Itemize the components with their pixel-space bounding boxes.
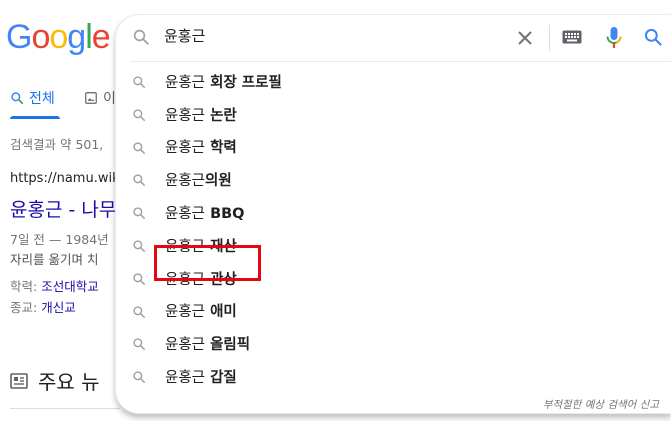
search-icon — [132, 304, 146, 323]
suggestion-label: 윤홍근 관상 — [165, 268, 237, 289]
result-url[interactable]: https://namu.wiki — [10, 171, 123, 186]
suggestion-label: 윤홍근 재산 — [165, 235, 237, 256]
meta-label: 종교: — [10, 300, 38, 315]
suggestion-completion-part: 논란 — [205, 107, 237, 124]
suggestion-completion-part: 관상 — [205, 271, 237, 288]
meta-value-link[interactable]: 개신교 — [41, 300, 76, 315]
tab-all-label: 전체 — [29, 91, 55, 107]
suggestion-query-part: 윤홍근 — [165, 206, 206, 223]
suggestion-item[interactable]: 윤홍근 갑질 — [116, 360, 671, 393]
suggestion-label: 윤홍근 학력 — [165, 136, 237, 157]
search-icon — [132, 172, 146, 191]
suggestion-completion-part: 의원 — [205, 173, 232, 190]
logo-letter: o — [31, 18, 50, 56]
meta-label: 학력: — [10, 279, 38, 294]
search-submit-button[interactable] — [643, 27, 663, 51]
news-icon — [10, 372, 28, 389]
search-icon — [132, 369, 146, 388]
result-meta-religion: 종교: 개신교 — [10, 297, 76, 316]
suggestion-query-part: 윤홍근 — [165, 271, 206, 288]
suggestion-query-part: 윤홍근 — [165, 337, 206, 354]
search-icon — [132, 238, 146, 257]
active-tab-indicator — [10, 116, 60, 119]
search-icon — [132, 271, 146, 290]
suggestion-label: 윤홍근의원 — [165, 169, 232, 190]
image-icon — [85, 92, 97, 104]
news-heading-label: 주요 뉴 — [38, 370, 100, 394]
suggestion-label: 윤홍근 올림픽 — [165, 333, 250, 354]
top-news-heading: 주요 뉴 — [10, 366, 100, 395]
suggestion-query-part: 윤홍근 — [165, 370, 206, 387]
suggestion-query-part: 윤홍근 — [165, 304, 206, 321]
logo-letter: e — [91, 18, 111, 56]
suggestion-query-part: 윤홍근 — [165, 173, 206, 190]
suggestion-completion-part: 올림픽 — [205, 337, 251, 354]
suggestion-query-part: 윤홍근 — [165, 140, 206, 157]
search-divider — [130, 61, 671, 62]
suggestion-completion-part: BBQ — [205, 206, 245, 223]
search-icon — [133, 29, 149, 45]
suggestion-label: 윤홍근 회장 프로필 — [165, 71, 282, 92]
suggestion-completion-part: 재산 — [205, 238, 237, 255]
suggestion-label: 윤홍근 애미 — [165, 300, 237, 321]
suggestion-completion-part: 학력 — [205, 140, 237, 157]
google-logo[interactable]: Google — [6, 18, 111, 57]
search-icon — [132, 107, 146, 126]
suggestion-item[interactable]: 윤홍근 학력 — [116, 131, 671, 164]
suggestion-label: 윤홍근 갑질 — [165, 366, 237, 387]
search-icon — [132, 205, 146, 224]
suggestion-item[interactable]: 윤홍근 재산 — [116, 229, 671, 262]
suggestion-item[interactable]: 윤홍근 논란 — [116, 98, 671, 131]
search-input[interactable] — [164, 26, 504, 44]
tab-images[interactable]: 이 — [84, 88, 116, 108]
search-icon — [132, 74, 146, 93]
keyboard-button[interactable] — [562, 29, 582, 48]
search-autocomplete-dropdown: 윤홍근 회장 프로필윤홍근 논란윤홍근 학력윤홍근의원윤홍근 BBQ윤홍근 재산… — [115, 14, 671, 414]
suggestion-label: 윤홍근 논란 — [165, 104, 237, 125]
suggestion-query-part: 윤홍근 — [165, 74, 206, 91]
suggestion-item[interactable]: 윤홍근 BBQ — [116, 196, 671, 229]
search-box-divider — [549, 25, 550, 51]
logo-letter: g — [67, 18, 86, 56]
suggestion-item[interactable]: 윤홍근의원 — [116, 163, 671, 196]
result-stats: 검색결과 약 501, — [10, 137, 104, 152]
close-icon — [518, 31, 532, 45]
suggestion-completion-part: 회장 프로필 — [205, 74, 282, 91]
suggestion-item[interactable]: 윤홍근 관상 — [116, 262, 671, 295]
tab-all[interactable]: 전체 — [10, 88, 55, 108]
suggestion-item[interactable]: 윤홍근 올림픽 — [116, 327, 671, 360]
suggestion-item[interactable]: 윤홍근 애미 — [116, 295, 671, 328]
logo-letter: o — [49, 18, 68, 56]
suggestion-query-part: 윤홍근 — [165, 107, 206, 124]
search-box — [116, 15, 671, 61]
tab-images-label: 이 — [103, 91, 116, 107]
search-icon — [132, 140, 146, 159]
result-title-link[interactable]: 윤홍근 - 나무 — [10, 195, 116, 222]
meta-value-link[interactable]: 조선대학교 — [41, 279, 99, 294]
result-snippet: 자리를 옮기며 치 — [10, 252, 99, 267]
search-icon — [644, 28, 662, 46]
result-snippet-date: 7일 전 — 1984년 — [10, 232, 109, 247]
suggestion-list: 윤홍근 회장 프로필 윤홍근 논란 윤홍근 학력 윤홍근의원 윤홍근 BBQ 윤홍근 재산… — [116, 65, 671, 393]
suggestion-item[interactable]: 윤홍근 회장 프로필 — [116, 65, 671, 98]
suggestion-query-part: 윤홍근 — [165, 238, 206, 255]
suggestion-label: 윤홍근 BBQ — [165, 202, 245, 223]
divider — [10, 408, 120, 409]
result-meta-education: 학력: 조선대학교 — [10, 276, 99, 295]
microphone-icon — [606, 27, 622, 48]
logo-letter: G — [6, 18, 32, 56]
voice-search-button[interactable] — [606, 26, 622, 54]
search-icon — [132, 336, 146, 355]
report-predictions-link[interactable]: 부적절한 예상 검색어 신고 — [543, 397, 659, 412]
search-icon — [11, 92, 24, 105]
clear-button[interactable] — [514, 27, 536, 49]
keyboard-icon — [562, 30, 582, 44]
suggestion-completion-part: 애미 — [205, 304, 237, 321]
suggestion-completion-part: 갑질 — [205, 370, 237, 387]
